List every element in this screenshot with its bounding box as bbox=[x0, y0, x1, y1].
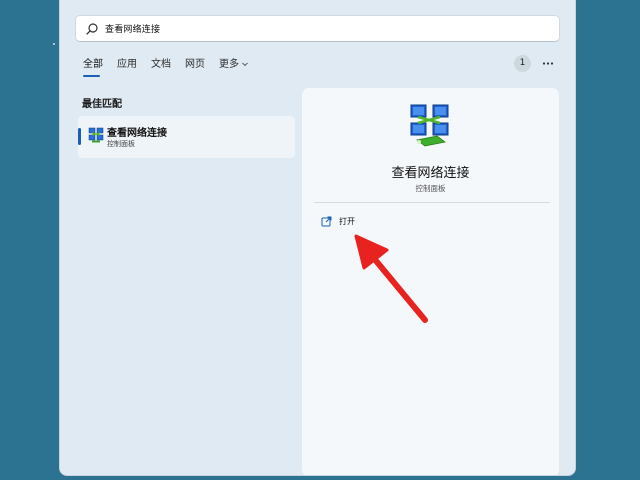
tab-more-label: 更多 bbox=[219, 59, 239, 70]
network-connections-icon bbox=[410, 104, 449, 147]
open-external-icon[interactable] bbox=[321, 216, 332, 227]
ellipsis-icon[interactable] bbox=[540, 55, 556, 72]
chevron-down-icon bbox=[242, 62, 248, 67]
detail-divider bbox=[314, 202, 550, 203]
best-match-result[interactable]: 查看网络连接 控制面板 bbox=[78, 116, 295, 158]
tab-more[interactable]: 更多 bbox=[219, 57, 249, 73]
detail-title: 查看网络连接 bbox=[391, 166, 470, 181]
best-match-heading: 最佳匹配 bbox=[82, 99, 122, 110]
detail-subtitle: 控制面板 bbox=[415, 184, 446, 193]
search-input[interactable]: 查看网络连接 bbox=[105, 22, 160, 35]
tab-all[interactable]: 全部 bbox=[83, 57, 103, 77]
tab-web[interactable]: 网页 bbox=[185, 57, 205, 73]
network-connections-icon bbox=[88, 127, 104, 143]
search-icon bbox=[86, 22, 98, 35]
search-panel: 查看网络连接 全部 应用 文档 网页 更多 1 最佳匹配 查看网络连接 控制面板 bbox=[59, 0, 576, 476]
result-subtitle: 控制面板 bbox=[107, 140, 135, 148]
tab-documents[interactable]: 文档 bbox=[151, 57, 171, 73]
desktop-speck bbox=[53, 43, 55, 45]
filter-tabs: 全部 应用 文档 网页 更多 bbox=[83, 57, 263, 77]
open-button[interactable]: 打开 bbox=[339, 216, 355, 227]
search-box[interactable]: 查看网络连接 bbox=[75, 15, 560, 42]
selection-indicator bbox=[78, 128, 81, 145]
account-badge[interactable]: 1 bbox=[514, 55, 531, 72]
result-title: 查看网络连接 bbox=[107, 128, 167, 139]
detail-pane: 查看网络连接 控制面板 打开 bbox=[302, 88, 559, 475]
tab-apps[interactable]: 应用 bbox=[117, 57, 137, 73]
